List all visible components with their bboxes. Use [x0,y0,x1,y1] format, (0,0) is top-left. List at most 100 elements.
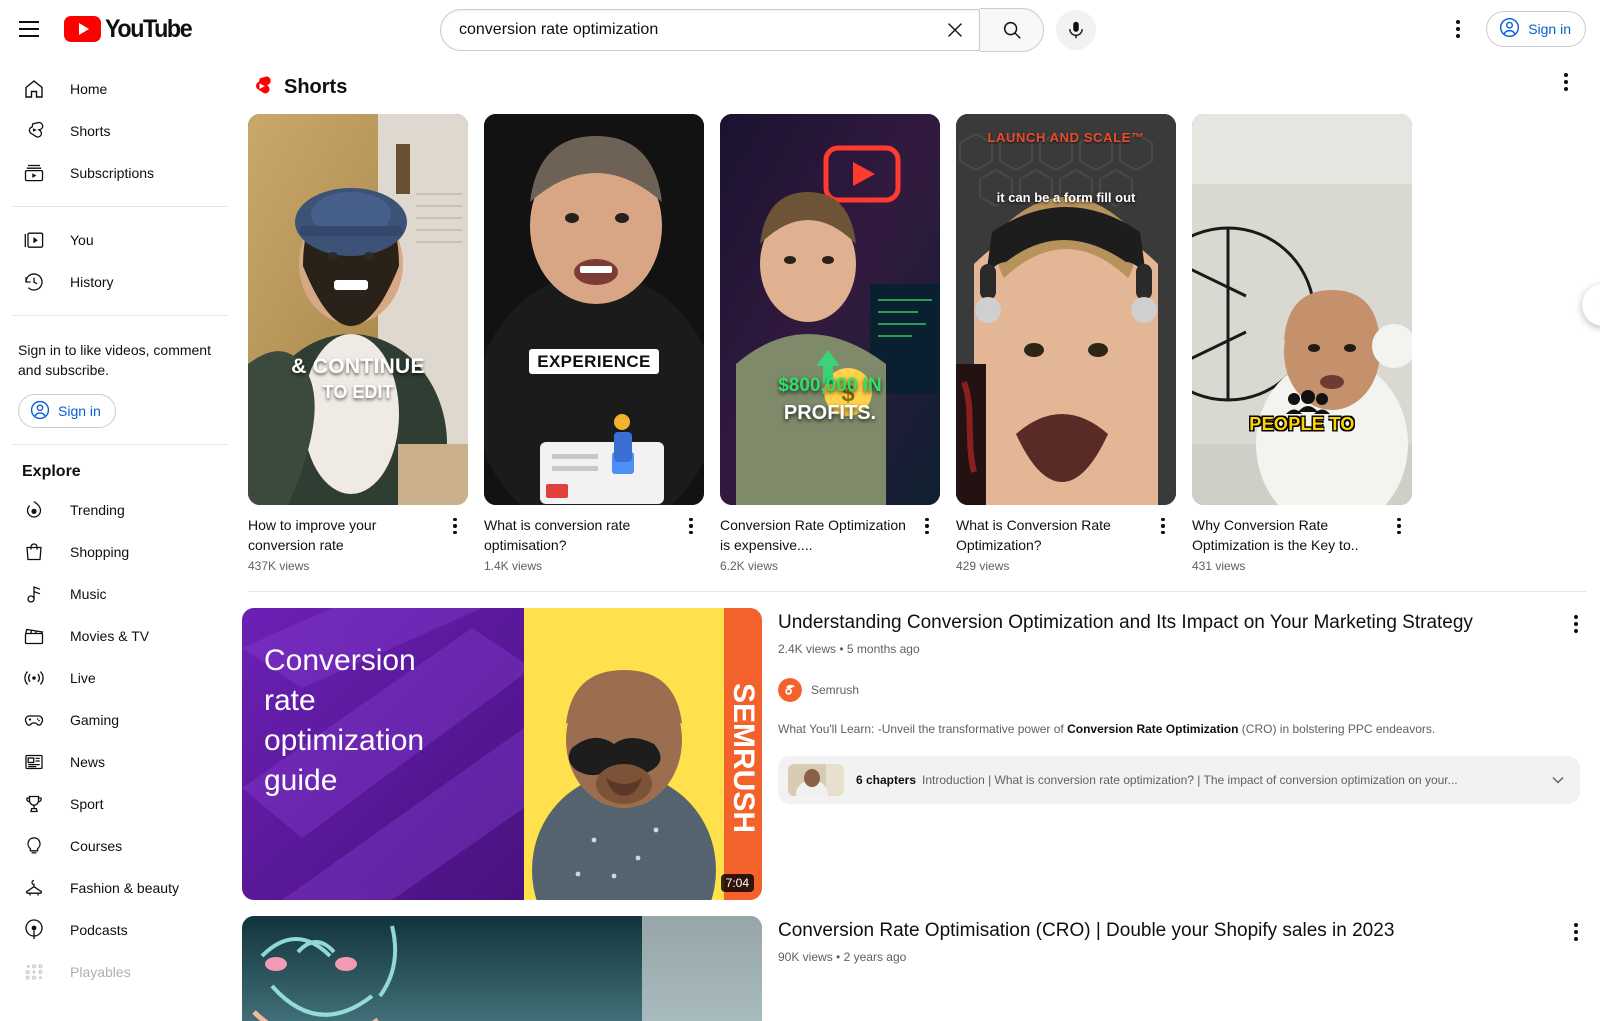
short-overlay-line1: PEOPLE TO [1249,414,1355,434]
sidebar-item-label: Shorts [70,123,111,139]
short-card[interactable]: & CONTINUE TO EDIT How to improve your c… [248,114,468,573]
sidebar-item-live[interactable]: Live [8,657,232,699]
sidebar-item-home[interactable]: Home [8,68,232,110]
sidebar-signin-prompt: Sign in to like videos, comment and subs… [18,342,211,378]
microphone-icon[interactable] [1056,10,1096,50]
account-circle-icon [1498,16,1521,42]
sidebar-item-label: Movies & TV [70,628,150,644]
video-title[interactable]: Conversion Rate Optimisation (CRO) | Dou… [778,918,1590,944]
trending-flame-icon [22,498,46,522]
chapters-strip[interactable]: 6 chapters Introduction | What is convers… [778,756,1580,804]
video-menu-button[interactable] [1556,912,1596,952]
sidebar-item-history[interactable]: History [8,261,232,303]
short-thumbnail[interactable]: LAUNCH AND SCALE™ it can be a form fill … [956,114,1176,505]
sidebar-item-podcasts[interactable]: Podcasts [8,909,232,951]
chevron-right-icon[interactable] [1582,284,1600,326]
sidebar-item-courses[interactable]: Courses [8,825,232,867]
sidebar-sign-in-button[interactable]: Sign in [18,394,116,428]
gamepad-icon [22,708,46,732]
explore-heading: Explore [22,463,81,480]
sidebar-item-you[interactable]: You [8,219,232,261]
video-metadata: 90K views • 2 years ago [778,950,1590,964]
sidebar-item-label: Live [70,670,96,686]
short-card[interactable]: $ $800,000 IN PROFITS. Conversion Rate O… [720,114,940,573]
chapter-summary: 6 chapters Introduction | What is convers… [856,773,1534,787]
sidebar-item-trending[interactable]: Trending [8,489,232,531]
clapperboard-icon [22,624,46,648]
subscriptions-icon [22,161,46,185]
channel-link[interactable]: Semrush [778,678,1590,702]
hamburger-menu-icon[interactable] [9,9,49,49]
shorts-shelf: Shorts & CONTINUE TO EDIT How to improve… [240,58,1600,592]
short-thumbnail[interactable]: & CONTINUE TO EDIT [248,114,468,505]
short-thumbnail[interactable]: PEOPLE TO [1192,114,1412,505]
sidebar-item-movies-tv[interactable]: Movies & TV [8,615,232,657]
short-menu-button[interactable] [678,513,704,539]
sidebar-item-label: Trending [70,502,125,518]
sidebar-item-gaming[interactable]: Gaming [8,699,232,741]
svg-text:SEMRUSH: SEMRUSH [727,683,760,833]
sidebar-item-news[interactable]: News [8,741,232,783]
svg-text:guide: guide [264,764,337,797]
sidebar-item-shorts[interactable]: Shorts [8,110,232,152]
youtube-wordmark: YouTube [105,14,193,43]
shorts-row: & CONTINUE TO EDIT How to improve your c… [246,114,1600,573]
video-age: 5 months ago [846,642,920,656]
shorts-shelf-menu-button[interactable] [1546,62,1586,102]
more-vertical-icon[interactable] [1438,9,1478,49]
avatar [778,678,802,702]
sidebar-item-music[interactable]: Music [8,573,232,615]
video-title[interactable]: Understanding Conversion Optimization an… [778,610,1590,636]
sidebar-item-subscriptions[interactable]: Subscriptions [8,152,232,194]
short-menu-button[interactable] [1150,513,1176,539]
sidebar-item-label: Home [70,81,108,97]
search-box[interactable] [440,9,980,51]
sidebar-item-fashion-beauty[interactable]: Fashion & beauty [8,867,232,909]
video-thumbnail[interactable] [242,916,762,1021]
sidebar-item-shopping[interactable]: Shopping [8,531,232,573]
trophy-icon [22,792,46,816]
short-card[interactable]: EXPERIENCE What is conversion rate optim… [484,114,704,573]
short-title[interactable]: Why Conversion Rate Optimization is the … [1192,515,1386,555]
search-input[interactable] [459,21,935,39]
account-circle-icon [29,399,51,424]
close-icon[interactable] [935,10,975,50]
svg-text:Conversion: Conversion [264,644,416,677]
short-menu-button[interactable] [914,513,940,539]
short-title[interactable]: What is Conversion Rate Optimization? [956,515,1150,555]
video-view-count: 2.4K views [778,642,837,656]
sidebar-item-label: Subscriptions [70,165,155,181]
short-title[interactable]: How to improve your conversion rate [248,515,442,555]
music-note-icon [22,582,46,606]
sidebar-item-sport[interactable]: Sport [8,783,232,825]
short-card[interactable]: LAUNCH AND SCALE™ it can be a form fill … [956,114,1176,573]
video-result-row: Conversion Rate Optimisation (CRO) | Dou… [240,900,1600,1021]
masthead-right: Sign in [1438,9,1586,49]
video-menu-button[interactable] [1556,604,1596,644]
short-title[interactable]: What is conversion rate optimisation? [484,515,678,555]
youtube-logo[interactable]: YouTube [64,15,198,44]
live-broadcast-icon [22,666,46,690]
playables-grid-icon [22,960,46,984]
sidebar-item-playables[interactable]: Playables [8,951,232,993]
sidebar-divider [12,206,228,207]
short-thumbnail[interactable]: $ $800,000 IN PROFITS. [720,114,940,505]
short-overlay-line1: EXPERIENCE [529,349,659,374]
svg-text:rate: rate [264,684,316,717]
short-overlay-line2: PROFITS. [783,402,877,424]
short-menu-button[interactable] [442,513,468,539]
video-thumbnail[interactable]: SEMRUSH Conversion rate optimization guide… [242,608,762,900]
chevron-down-icon[interactable] [1546,768,1570,792]
short-title[interactable]: Conversion Rate Optimization is expensiv… [720,515,914,555]
short-meta: How to improve your conversion rate [248,515,468,555]
short-meta: Conversion Rate Optimization is expensiv… [720,515,940,555]
search-icon[interactable] [980,8,1044,52]
sidebar-item-label: Fashion & beauty [70,880,179,896]
short-menu-button[interactable] [1386,513,1412,539]
sign-in-button[interactable]: Sign in [1486,11,1586,47]
short-card[interactable]: PEOPLE TO Why Conversion Rate Optimizati… [1192,114,1412,573]
chapter-thumbnail [788,764,844,796]
sidebar-sign-in-label: Sign in [58,403,101,419]
channel-name: Semrush [811,683,860,697]
short-thumbnail[interactable]: EXPERIENCE [484,114,704,505]
